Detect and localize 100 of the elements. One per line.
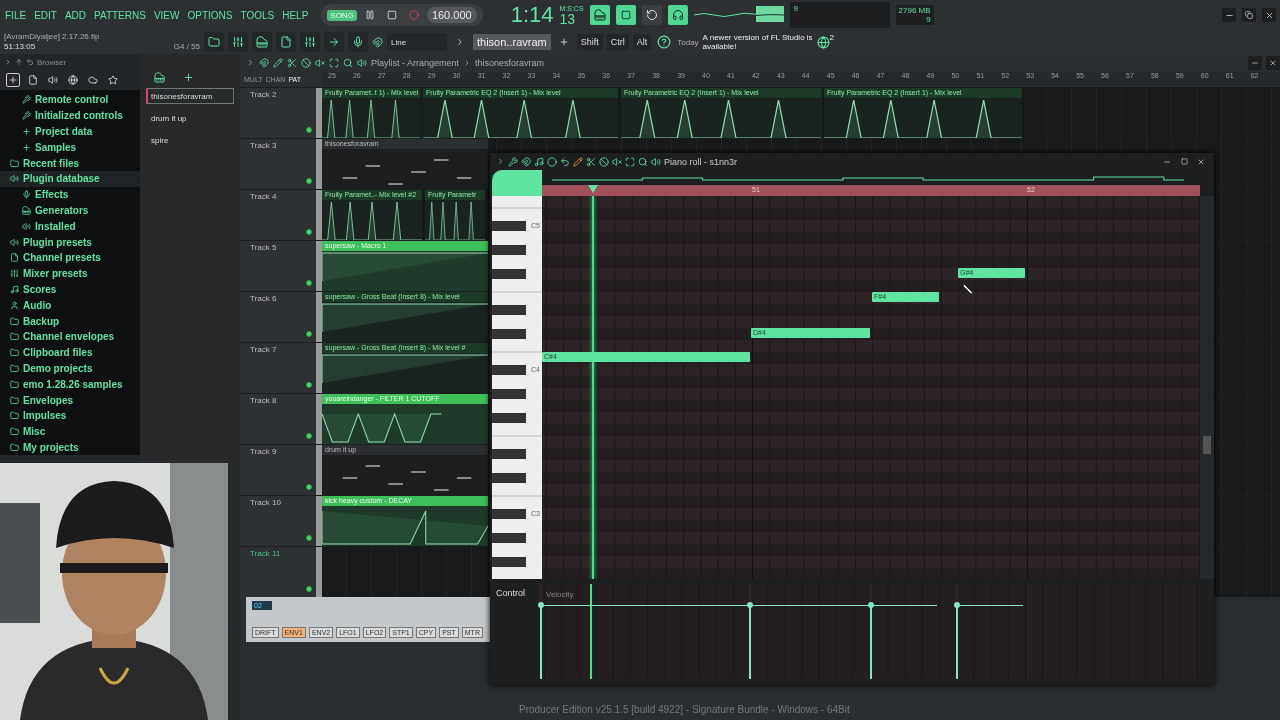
pencil-icon[interactable] xyxy=(273,57,283,68)
track-indicator[interactable] xyxy=(306,586,312,592)
ban-icon[interactable] xyxy=(301,57,311,68)
note-icon[interactable] xyxy=(534,156,544,167)
arrangement-name[interactable]: thisonesforavram xyxy=(475,57,545,68)
restore-button[interactable] xyxy=(1242,8,1256,22)
record-icon[interactable] xyxy=(547,156,557,167)
browser-item[interactable]: Backup xyxy=(0,313,140,329)
browser-item[interactable]: Effects xyxy=(0,186,140,203)
menu-item[interactable]: TOOLS xyxy=(239,9,276,21)
mute-icon[interactable] xyxy=(612,156,622,167)
magnet-icon[interactable] xyxy=(521,156,531,167)
snap-dropdown[interactable]: Line xyxy=(387,33,447,51)
browser-button[interactable] xyxy=(276,32,296,52)
file-tab-icon[interactable] xyxy=(26,73,40,87)
pattern-item[interactable]: thisonesforavram xyxy=(146,88,234,104)
menu-item[interactable]: EDIT xyxy=(33,9,58,21)
wrench-icon[interactable] xyxy=(508,156,518,167)
browser-item[interactable]: Initialized controls xyxy=(0,107,140,124)
track-indicator[interactable] xyxy=(306,127,312,133)
magnet-icon[interactable] xyxy=(372,36,383,48)
piano-icon[interactable] xyxy=(154,71,165,83)
speaker-tab-icon[interactable] xyxy=(46,73,60,87)
mixer-button[interactable] xyxy=(300,32,320,52)
speaker-icon[interactable] xyxy=(651,156,661,167)
browser-item[interactable]: Demo projects xyxy=(0,360,140,377)
search-icon[interactable] xyxy=(343,57,353,68)
metronome-toggle[interactable] xyxy=(667,5,688,25)
browser-item[interactable]: Misc xyxy=(0,423,140,440)
modifier-key-button[interactable]: Shift xyxy=(576,34,603,50)
globe-tab-icon[interactable] xyxy=(66,73,80,87)
cloud-tab-icon[interactable] xyxy=(86,73,100,87)
menu-item[interactable]: PATTERNS xyxy=(93,9,147,21)
track-indicator[interactable] xyxy=(306,178,312,184)
control-label[interactable]: Control xyxy=(496,588,534,598)
news-message[interactable]: A newer version of FL Studio is available! xyxy=(702,33,813,51)
star-tab-icon[interactable] xyxy=(106,73,120,87)
chevron-icon[interactable] xyxy=(496,157,505,166)
close-button[interactable] xyxy=(1262,8,1276,22)
browser-item[interactable]: Scores xyxy=(0,281,140,298)
typing-keyboard-toggle[interactable] xyxy=(589,5,610,25)
browser-item[interactable]: Clipboard files xyxy=(0,344,140,361)
browser-item[interactable]: Impulses xyxy=(0,407,140,424)
velocity-lane[interactable] xyxy=(540,584,1200,679)
piano-roll-button[interactable] xyxy=(252,32,272,52)
loop-record-toggle[interactable] xyxy=(641,5,662,25)
track-indicator[interactable] xyxy=(306,535,312,541)
ban-icon[interactable] xyxy=(599,156,609,167)
browser-item[interactable]: Installed xyxy=(0,218,140,235)
menu-item[interactable]: OPTIONS xyxy=(186,9,234,21)
chevron-icon[interactable] xyxy=(4,58,12,66)
scrollbar-thumb[interactable] xyxy=(1203,436,1211,454)
track-indicator[interactable] xyxy=(306,484,312,490)
scissors-icon[interactable] xyxy=(586,156,596,167)
track-indicator[interactable] xyxy=(306,331,312,337)
browser-item[interactable]: Channel presets xyxy=(0,249,140,266)
menu-item[interactable]: ADD xyxy=(63,9,88,21)
track-indicator[interactable] xyxy=(306,382,312,388)
browser-item[interactable]: Envelopes xyxy=(0,392,140,408)
playhead-marker[interactable] xyxy=(588,185,598,193)
browser-item[interactable]: Samples xyxy=(0,139,140,156)
plus-icon[interactable] xyxy=(183,71,194,83)
menu-item[interactable]: FILE xyxy=(4,9,28,21)
browser-item[interactable]: emo 1.28.26 samples xyxy=(0,376,140,393)
arrow-up-icon[interactable] xyxy=(15,58,23,66)
scissors-icon[interactable] xyxy=(287,57,297,68)
browser-item[interactable]: Project data xyxy=(0,123,140,140)
browser-item[interactable]: Remote control xyxy=(0,92,140,108)
tempo-display[interactable]: 160.000 xyxy=(426,7,477,23)
close-button[interactable] xyxy=(1266,55,1280,70)
browser-item[interactable]: Audio xyxy=(0,297,140,314)
modifier-key-button[interactable]: Ctrl xyxy=(606,34,629,50)
browser-item[interactable]: Channel envelopes xyxy=(0,328,140,345)
microphone-button[interactable] xyxy=(348,32,368,52)
undo-icon[interactable] xyxy=(26,58,34,66)
chevron-icon[interactable] xyxy=(246,58,255,67)
browser-item[interactable]: Mixer presets xyxy=(0,265,140,282)
pattern-item[interactable]: spire xyxy=(146,132,234,148)
menu-item[interactable]: VIEW xyxy=(152,9,181,21)
track-indicator[interactable] xyxy=(306,229,312,235)
undo-icon[interactable] xyxy=(560,156,570,167)
browser-item[interactable]: Generators xyxy=(0,202,140,219)
globe-icon[interactable] xyxy=(816,35,830,49)
browser-item[interactable]: Recent files xyxy=(0,155,140,171)
search-icon[interactable] xyxy=(638,156,648,167)
select-icon[interactable] xyxy=(329,57,339,68)
pencil-icon[interactable] xyxy=(573,156,583,167)
browser-item[interactable]: Plugin database xyxy=(0,171,140,187)
browser-item[interactable]: Plugin presets xyxy=(0,234,140,250)
track-indicator[interactable] xyxy=(306,280,312,286)
all-tab-icon[interactable] xyxy=(6,73,20,87)
pattern-selector[interactable]: thison..ravram xyxy=(473,34,551,50)
track-indicator[interactable] xyxy=(306,433,312,439)
mute-icon[interactable] xyxy=(315,57,325,68)
minimize-button[interactable] xyxy=(1222,8,1236,22)
step-toggle[interactable] xyxy=(615,5,636,25)
magnet-icon[interactable] xyxy=(259,57,269,68)
browser-item[interactable]: My projects xyxy=(0,439,140,456)
menu-item[interactable]: HELP xyxy=(281,9,310,21)
select-icon[interactable] xyxy=(625,156,635,167)
